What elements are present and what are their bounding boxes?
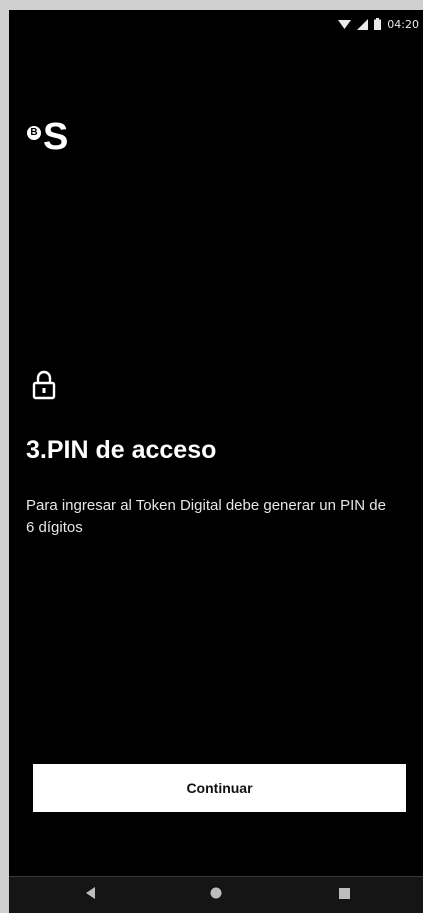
battery-icon [374,18,382,30]
description-text: Para ingresar al Token Digital debe gene… [26,497,386,536]
app-screen: 04:20 B S 3.PIN de acceso Para ingresar … [9,10,423,913]
wifi-icon [338,19,352,30]
logo-letter: S [43,116,68,158]
system-nav-bar [9,877,423,913]
nav-recents-button[interactable] [314,877,374,913]
status-bar: 04:20 [338,10,423,38]
status-time: 04:20 [387,17,419,31]
nav-back-button[interactable] [61,877,121,913]
nav-home-button[interactable] [186,877,246,913]
back-icon [86,886,96,904]
signal-icon [357,18,369,30]
bank-logo: B S [27,116,97,170]
home-icon [210,886,222,904]
lock-icon [32,370,56,400]
logo-badge: B [27,126,41,140]
page-title: 3.PIN de acceso [26,436,217,464]
recents-icon [338,886,350,904]
device-frame: 04:20 B S 3.PIN de acceso Para ingresar … [0,0,423,913]
continue-button[interactable]: Continuar [33,764,406,812]
